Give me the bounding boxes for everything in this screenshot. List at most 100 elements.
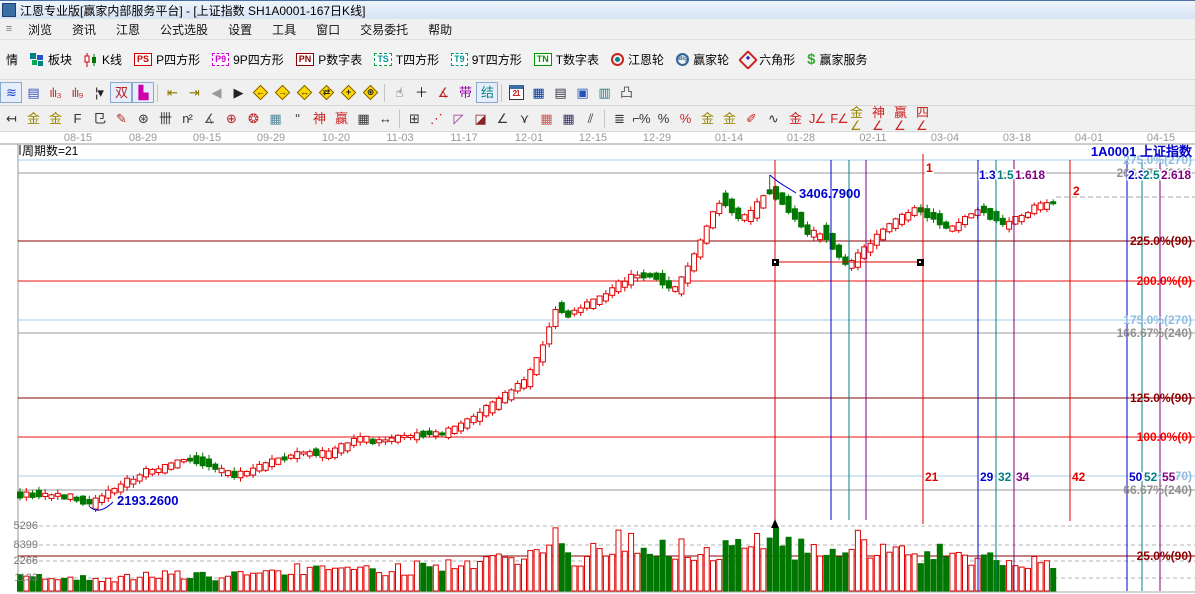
candle[interactable] <box>288 455 293 458</box>
candle[interactable] <box>799 212 804 226</box>
menu-item-6[interactable]: 窗口 <box>306 19 350 40</box>
crosshair-icon[interactable]: ＋ <box>410 82 432 103</box>
candle[interactable] <box>295 452 300 459</box>
candle[interactable] <box>43 493 48 496</box>
volume-bar[interactable] <box>87 580 92 591</box>
candle[interactable] <box>679 277 684 294</box>
volume-bar[interactable] <box>792 560 797 591</box>
volume-bar[interactable] <box>207 577 212 591</box>
candle[interactable] <box>238 471 243 477</box>
volume-bar[interactable] <box>503 557 508 591</box>
candle[interactable] <box>307 452 312 456</box>
volume-bar[interactable] <box>1026 568 1031 591</box>
candle[interactable] <box>345 443 350 451</box>
candle[interactable] <box>162 465 167 473</box>
candle-dropdown-icon[interactable]: ¦▾ <box>88 82 110 103</box>
candle[interactable] <box>106 490 111 498</box>
volume-bar[interactable] <box>559 544 564 591</box>
volume-bar[interactable] <box>307 567 312 591</box>
candle[interactable] <box>572 310 577 314</box>
knot-icon[interactable]: 结 <box>476 82 498 103</box>
double-tick-icon[interactable]: ʺ <box>286 108 308 129</box>
candle[interactable] <box>452 426 457 433</box>
candle[interactable] <box>314 449 319 455</box>
starburst-icon[interactable]: ❂ <box>242 108 264 129</box>
candle[interactable] <box>459 423 464 431</box>
candle[interactable] <box>540 345 545 362</box>
volume-bar[interactable] <box>421 563 426 591</box>
volume-bar[interactable] <box>433 565 438 591</box>
volume-bar[interactable] <box>515 564 520 591</box>
volume-bar[interactable] <box>200 572 205 591</box>
candle[interactable] <box>351 438 356 445</box>
candle[interactable] <box>774 187 779 199</box>
toolbar-button-p-square[interactable]: PSP四方形 <box>128 47 206 72</box>
gold-under-icon[interactable]: 金 <box>784 108 806 129</box>
grid-red-icon[interactable]: ▦ <box>535 108 557 129</box>
volume-bar[interactable] <box>528 551 533 591</box>
volume-bar[interactable] <box>339 568 344 591</box>
menu-item-1[interactable]: 资讯 <box>62 19 106 40</box>
candle[interactable] <box>150 470 155 474</box>
candle[interactable] <box>666 281 671 288</box>
volume-bar[interactable] <box>660 540 665 591</box>
j-angle-icon[interactable]: J∠ <box>806 108 828 129</box>
candle[interactable] <box>1000 218 1005 224</box>
volume-bar[interactable] <box>711 561 716 591</box>
diamond-hswap-icon[interactable]: ↔ <box>293 82 315 103</box>
volume-bar[interactable] <box>622 551 627 591</box>
candle[interactable] <box>55 493 60 496</box>
si-angle-icon[interactable]: 四∠ <box>916 108 938 129</box>
candle[interactable] <box>225 471 230 476</box>
candle[interactable] <box>1007 221 1012 229</box>
volume-bar[interactable] <box>988 553 993 591</box>
volume-bar[interactable] <box>780 546 785 591</box>
volume-bar[interactable] <box>843 553 848 591</box>
volume-bar[interactable] <box>786 537 791 591</box>
menu-item-5[interactable]: 工具 <box>262 19 306 40</box>
volume-bar[interactable] <box>465 561 470 591</box>
document-icon[interactable]: ▤ <box>22 82 44 103</box>
volume-bar[interactable] <box>156 578 161 591</box>
volume-bar[interactable] <box>402 575 407 591</box>
grid-l-icon[interactable]: ▦ <box>557 108 579 129</box>
fan-red-icon[interactable]: ⋰ <box>425 108 447 129</box>
candle[interactable] <box>925 209 930 218</box>
volume-bar[interactable] <box>225 576 230 591</box>
candle[interactable] <box>547 327 552 344</box>
volume-bar[interactable] <box>799 539 804 591</box>
candle[interactable] <box>723 193 728 205</box>
bars9-icon[interactable]: ılı₉ <box>66 82 88 103</box>
pencil-icon[interactable]: ✎ <box>110 108 132 129</box>
candle[interactable] <box>811 230 816 237</box>
volume-bar[interactable] <box>824 555 829 591</box>
volume-bar[interactable] <box>540 553 545 591</box>
ying-angle-icon[interactable]: 赢∠ <box>894 108 916 129</box>
candle[interactable] <box>270 459 275 467</box>
candle[interactable] <box>181 460 186 462</box>
volume-bar[interactable] <box>925 552 930 591</box>
candle[interactable] <box>685 266 690 283</box>
volume-bar[interactable] <box>43 579 48 591</box>
candle[interactable] <box>981 206 986 212</box>
candle[interactable] <box>522 380 527 388</box>
candle[interactable] <box>389 438 394 441</box>
candle[interactable] <box>868 243 873 252</box>
volume-bar[interactable] <box>906 555 911 591</box>
gold-circle-icon[interactable]: 金 <box>696 108 718 129</box>
volume-bar[interactable] <box>276 571 281 591</box>
prev-icon[interactable]: ◀ <box>205 82 227 103</box>
candle[interactable] <box>585 302 590 308</box>
volume-bar[interactable] <box>736 540 741 591</box>
arrow-tool-icon[interactable]: ↤ <box>0 108 22 129</box>
volume-bar[interactable] <box>118 576 123 591</box>
ribbon-icon[interactable]: 带 <box>454 82 476 103</box>
volume-bar[interactable] <box>295 564 300 591</box>
calendar-icon[interactable]: 21 <box>505 82 527 103</box>
candle[interactable] <box>654 273 659 279</box>
toolbar-button-kline[interactable]: K线 <box>78 47 128 72</box>
shen-icon[interactable]: 神 <box>308 108 330 129</box>
monitor-icon[interactable]: ▥ <box>593 82 615 103</box>
volume-bar[interactable] <box>326 570 331 591</box>
candle[interactable] <box>446 428 451 437</box>
